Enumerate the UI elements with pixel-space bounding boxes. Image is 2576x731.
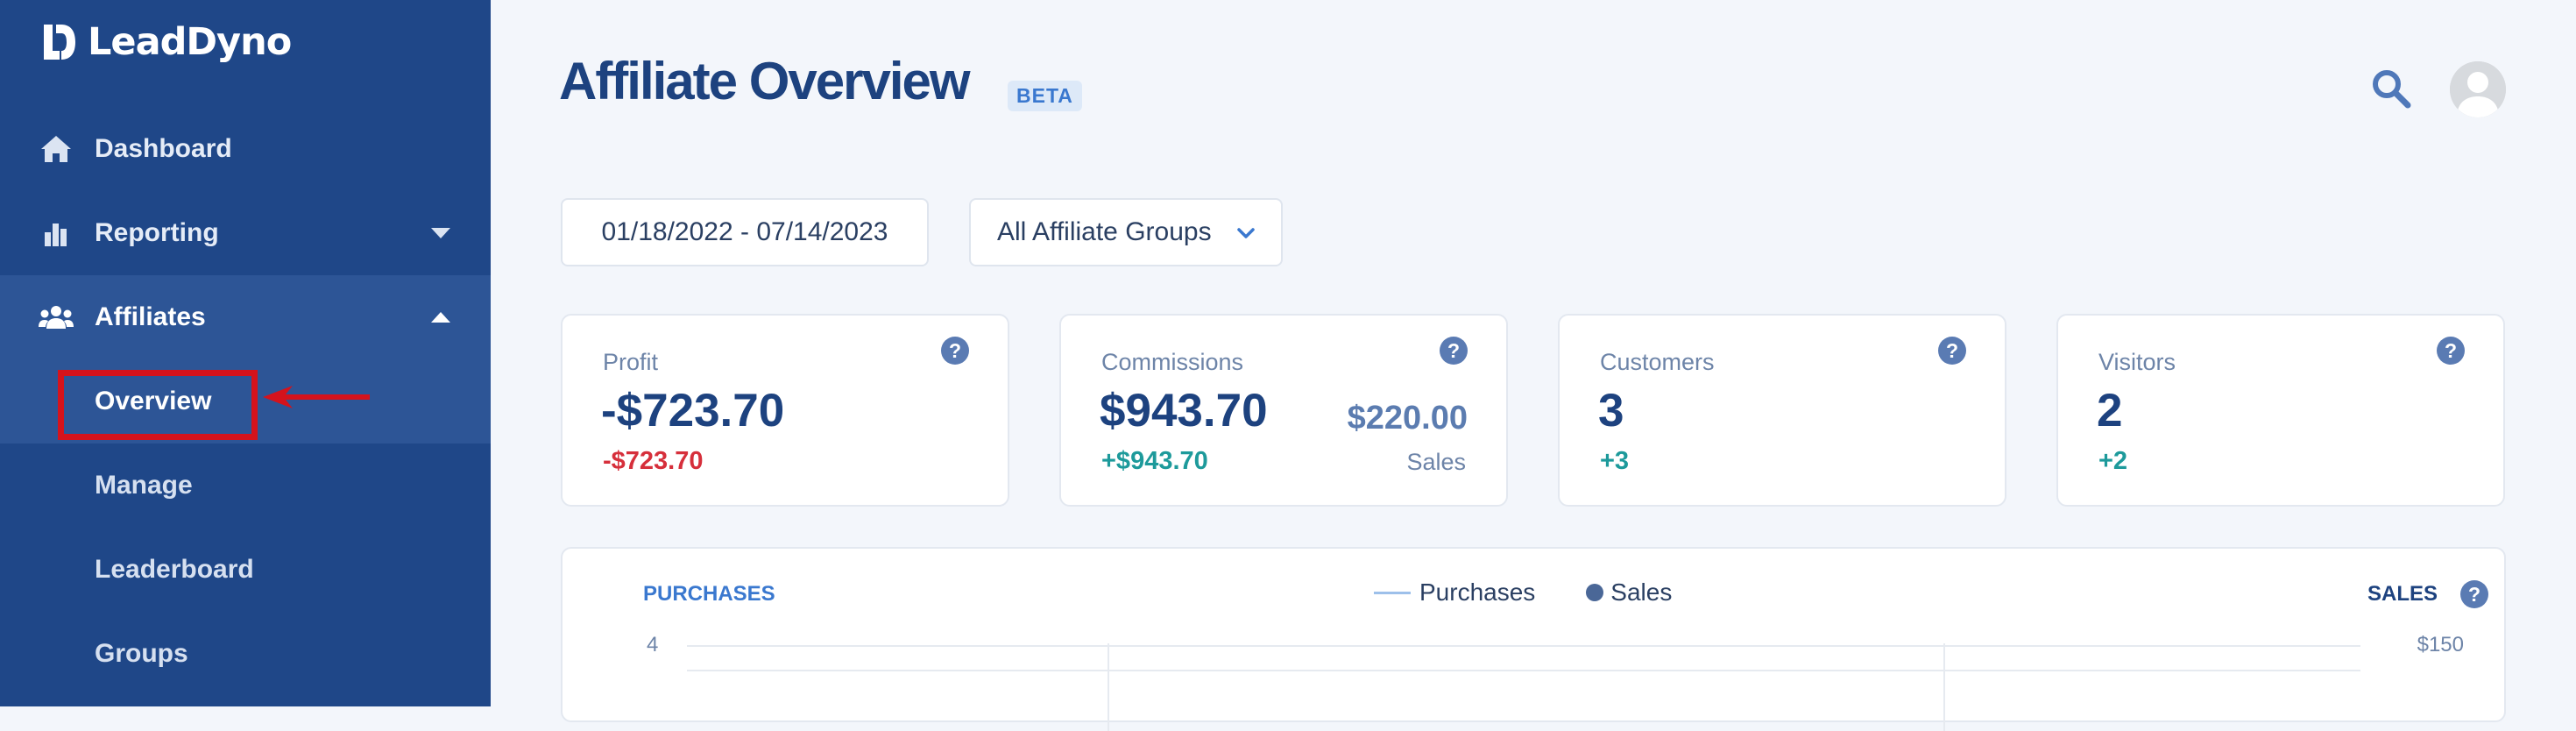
sales-legend-swatch bbox=[1586, 584, 1604, 601]
home-icon bbox=[39, 133, 74, 165]
sidebar-item-affiliates[interactable]: Affiliates bbox=[0, 275, 491, 359]
sidebar-item-leaderboard[interactable]: Leaderboard bbox=[0, 528, 491, 612]
vertical-gridline bbox=[1108, 643, 1109, 731]
page-title: Affiliate Overview bbox=[559, 52, 971, 110]
help-icon[interactable]: ? bbox=[941, 337, 969, 365]
leaddyno-logo-icon bbox=[44, 25, 75, 60]
card-delta: +2 bbox=[2098, 447, 2128, 475]
users-icon bbox=[39, 302, 74, 333]
sidebar-item-label: Dashboard bbox=[95, 134, 232, 163]
right-y-tick: $150 bbox=[2417, 633, 2464, 656]
sidebar-item-groups[interactable]: Groups bbox=[0, 612, 491, 696]
purchases-legend-swatch bbox=[1374, 591, 1411, 594]
sales-value: $220.00 bbox=[1347, 400, 1468, 436]
gridline bbox=[687, 670, 2360, 671]
purchases-legend-label: Purchases bbox=[1419, 578, 1536, 606]
brand-name: LeadDyno bbox=[88, 20, 292, 64]
annotation-arrow-icon bbox=[263, 386, 370, 408]
card-delta: +3 bbox=[1600, 447, 1630, 475]
sales-label: Sales bbox=[1406, 449, 1466, 475]
vertical-gridline bbox=[1943, 643, 1945, 731]
right-axis-title: SALES bbox=[2367, 582, 2438, 606]
visitors-card: Visitors 2 +2 ? bbox=[2056, 314, 2505, 507]
gridline bbox=[687, 645, 2360, 647]
user-icon bbox=[2450, 61, 2506, 117]
commissions-card: Commissions $943.70 +$943.70 $220.00 Sal… bbox=[1059, 314, 1508, 507]
card-label: Commissions bbox=[1101, 349, 1244, 375]
chevron-down-icon bbox=[1237, 228, 1255, 238]
chevron-up-icon bbox=[431, 312, 450, 323]
purchases-sales-chart: PURCHASES Purchases Sales SALES ? 4 $150 bbox=[561, 547, 2506, 731]
annotation-highlight-box bbox=[58, 370, 258, 440]
sidebar: LeadDyno Dashboard Reporting Affiliates … bbox=[0, 0, 491, 706]
sidebar-item-label: Affiliates bbox=[95, 302, 206, 331]
card-label: Profit bbox=[603, 349, 659, 375]
card-delta: -$723.70 bbox=[603, 447, 704, 475]
chevron-down-icon bbox=[431, 228, 450, 238]
sidebar-item-label: Reporting bbox=[95, 218, 219, 247]
left-axis-title: PURCHASES bbox=[643, 582, 775, 606]
sidebar-item-reporting[interactable]: Reporting bbox=[0, 191, 491, 275]
beta-badge: BETA bbox=[1008, 81, 1082, 111]
help-icon[interactable]: ? bbox=[2460, 580, 2488, 608]
left-y-tick: 4 bbox=[647, 633, 659, 656]
sidebar-item-label: Groups bbox=[95, 639, 188, 668]
sidebar-item-label: Manage bbox=[95, 471, 193, 500]
help-icon[interactable]: ? bbox=[1440, 337, 1468, 365]
sales-legend-label: Sales bbox=[1610, 578, 1673, 606]
search-icon[interactable] bbox=[2371, 68, 2411, 109]
user-avatar[interactable] bbox=[2450, 61, 2506, 117]
card-value: 3 bbox=[1598, 385, 1624, 436]
card-value: -$723.70 bbox=[601, 385, 785, 436]
profit-card: Profit -$723.70 -$723.70 ? bbox=[561, 314, 1009, 507]
card-value: 2 bbox=[2097, 385, 2123, 436]
affiliate-group-value: All Affiliate Groups bbox=[997, 217, 1212, 246]
date-range-value: 01/18/2022 - 07/14/2023 bbox=[601, 217, 888, 246]
affiliate-group-select[interactable]: All Affiliate Groups bbox=[969, 198, 1283, 266]
sidebar-item-dashboard[interactable]: Dashboard bbox=[0, 107, 491, 191]
card-value: $943.70 bbox=[1100, 385, 1268, 436]
help-icon[interactable]: ? bbox=[2437, 337, 2465, 365]
sidebar-item-manage[interactable]: Manage bbox=[0, 444, 491, 528]
brand-logo[interactable]: LeadDyno bbox=[42, 20, 292, 64]
customers-card: Customers 3 +3 ? bbox=[1558, 314, 2006, 507]
card-delta: +$943.70 bbox=[1101, 447, 1208, 475]
chart-legend: Purchases Sales bbox=[1374, 578, 1672, 607]
card-label: Visitors bbox=[2098, 349, 2176, 375]
help-icon[interactable]: ? bbox=[1938, 337, 1966, 365]
date-range-picker[interactable]: 01/18/2022 - 07/14/2023 bbox=[561, 198, 929, 266]
card-label: Customers bbox=[1600, 349, 1715, 375]
sidebar-item-label: Leaderboard bbox=[95, 555, 254, 584]
bar-chart-icon bbox=[39, 217, 74, 249]
